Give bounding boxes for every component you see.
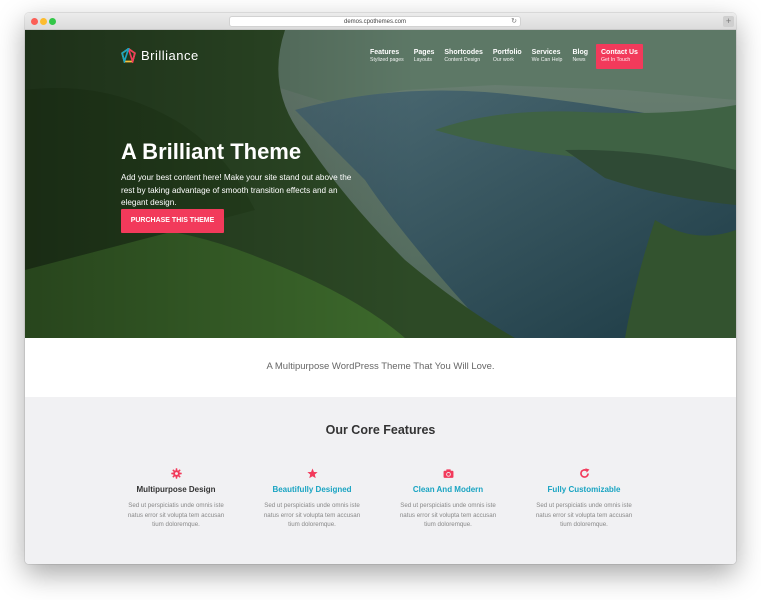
tagline-section: A Multipurpose WordPress Theme That You … — [25, 338, 736, 397]
nav-item-subtitle: News — [572, 57, 586, 63]
browser-toolbar: demos.cpothemes.com ↻ + — [25, 13, 736, 30]
nav-item-subtitle: Stylized pages — [370, 57, 404, 63]
feature-card: Beautifully Designed Sed ut perspiciatis… — [257, 468, 367, 530]
address-text: demos.cpothemes.com — [343, 19, 407, 25]
nav-item-subtitle: Layouts — [413, 57, 432, 63]
hero-description: Add your best content here! Make your si… — [121, 173, 352, 207]
hero-title: A Brilliant Theme — [121, 139, 302, 164]
nav-item-label: Features — [370, 49, 400, 56]
nav-item-label: Contact Us — [601, 49, 638, 56]
nav-item-label: Pages — [413, 49, 435, 56]
feature-title: Clean And Modern — [412, 485, 484, 494]
browser-window: demos.cpothemes.com ↻ + Brilliance Featu… — [25, 13, 736, 564]
feature-title: Multipurpose Design — [136, 485, 216, 494]
nav-item-blog[interactable]: Blog News — [567, 46, 593, 69]
nav-item-shortcodes[interactable]: Shortcodes Content Design — [439, 46, 488, 69]
core-features-section: Our Core Features Multipurpose Design Se… — [25, 397, 736, 564]
feature-description: Sed ut perspiciatis unde omnis iste natu… — [399, 502, 497, 528]
minimize-window-button[interactable] — [40, 18, 47, 25]
nav-item-label: Portfolio — [492, 49, 522, 56]
feature-description: Sed ut perspiciatis unde omnis iste natu… — [263, 502, 361, 528]
nav-item-features[interactable]: Features Stylized pages — [365, 46, 409, 69]
feature-card: Multipurpose Design Sed ut perspiciatis … — [121, 468, 231, 530]
zoom-window-button[interactable] — [49, 18, 56, 25]
section-title: Our Core Features — [325, 423, 436, 437]
new-tab-button[interactable]: + — [723, 16, 734, 27]
site-logo[interactable]: Brilliance — [121, 48, 199, 63]
nav-item-subtitle: Get In Touch — [601, 57, 631, 63]
main-navigation: Features Stylized pages Pages Layouts Sh… — [365, 44, 643, 69]
nav-item-services[interactable]: Services We Can Help — [527, 46, 568, 69]
gear-icon — [170, 468, 182, 479]
logo-icon — [121, 48, 136, 63]
camera-icon — [443, 469, 453, 478]
tagline-text: A Multipurpose WordPress Theme That You … — [266, 361, 495, 372]
nav-item-label: Shortcodes — [444, 49, 483, 56]
nav-item-label: Blog — [572, 49, 588, 56]
nav-item-label: Services — [531, 49, 561, 56]
feature-card: Clean And Modern Sed ut perspiciatis und… — [393, 468, 503, 530]
feature-card: Fully Customizable Sed ut perspiciatis u… — [529, 468, 639, 530]
refresh-icon — [579, 468, 589, 478]
nav-item-subtitle: Our work — [492, 57, 514, 63]
feature-description: Sed ut perspiciatis unde omnis iste natu… — [535, 502, 633, 528]
feature-title: Fully Customizable — [547, 485, 621, 494]
close-window-button[interactable] — [31, 18, 38, 25]
feature-description: Sed ut perspiciatis unde omnis iste natu… — [127, 502, 225, 528]
nav-item-contact-us[interactable]: Contact Us Get In Touch — [596, 44, 643, 69]
reload-icon[interactable]: ↻ — [511, 18, 517, 26]
nav-item-portfolio[interactable]: Portfolio Our work — [488, 46, 527, 69]
purchase-theme-button[interactable]: PURCHASE THIS THEME — [121, 209, 224, 233]
nav-item-subtitle: Content Design — [444, 57, 481, 63]
logo-text: Brilliance — [141, 48, 199, 63]
nav-item-subtitle: We Can Help — [531, 57, 563, 63]
nav-item-pages[interactable]: Pages Layouts — [409, 46, 440, 69]
address-bar[interactable]: demos.cpothemes.com ↻ — [229, 16, 521, 27]
feature-title: Beautifully Designed — [272, 485, 352, 494]
star-icon — [306, 468, 318, 479]
hero-section: Brilliance Features Stylized pages Pages… — [25, 30, 736, 338]
